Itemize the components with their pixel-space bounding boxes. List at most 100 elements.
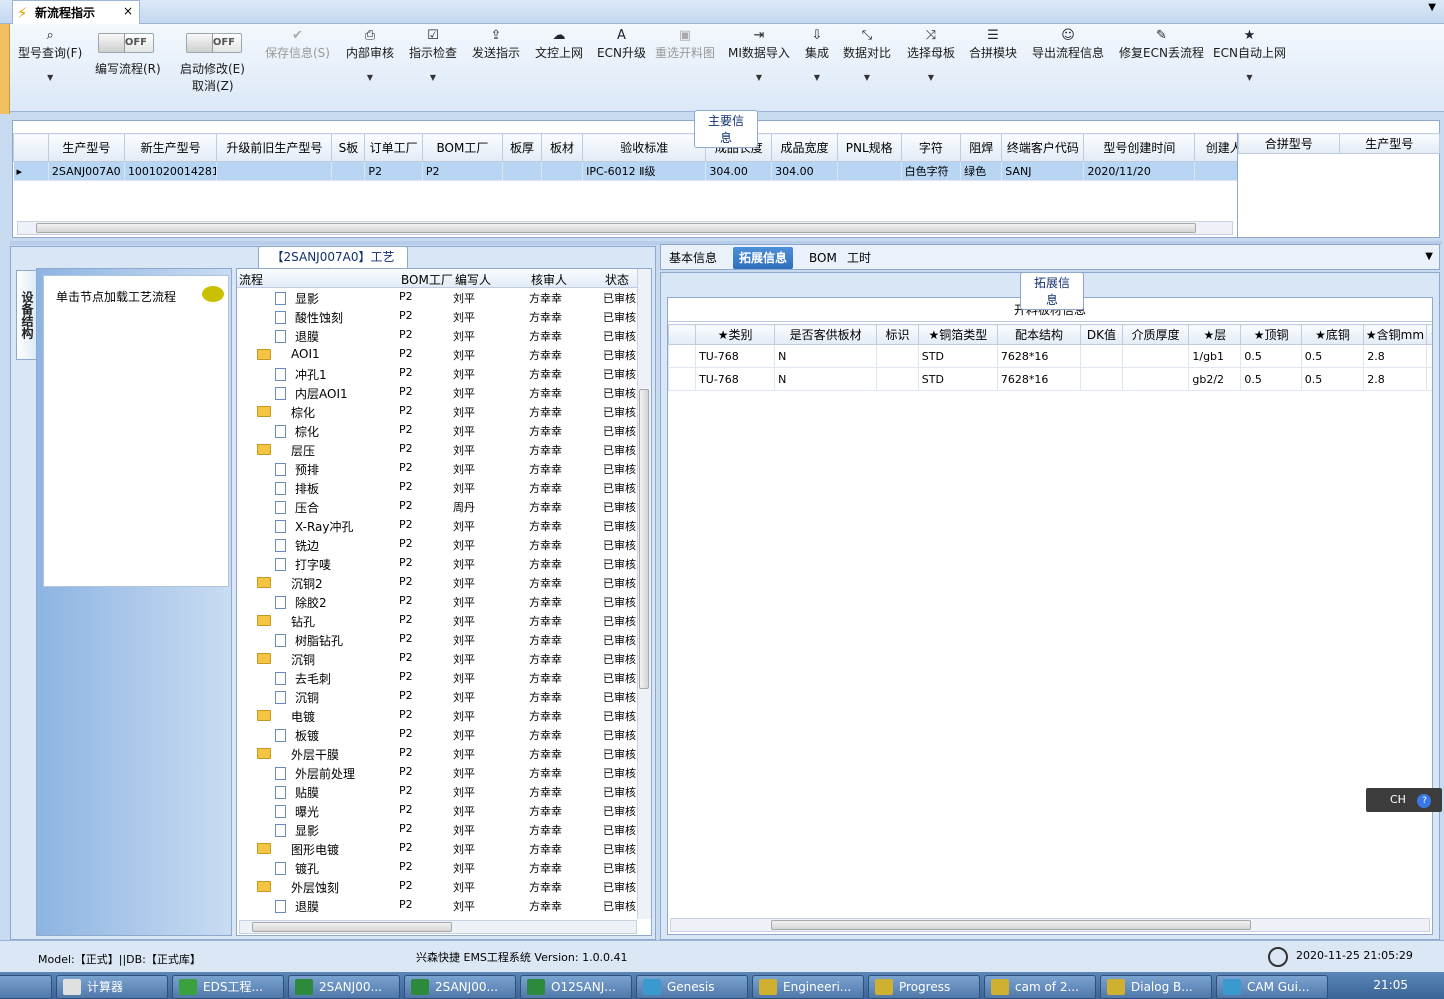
column-header[interactable]: ★铜箔类型 (917, 324, 998, 345)
tree-row[interactable]: 去毛刺 P2 刘平 方幸幸 已审核 (237, 668, 637, 687)
taskbar-item[interactable]: Genesis (636, 975, 748, 999)
merge-button[interactable]: ☰ 合拼模块 (969, 28, 1017, 61)
tree-row[interactable]: 贴膜 P2 刘平 方幸幸 已审核 (237, 782, 637, 801)
tree-row[interactable]: − 沉铜P2刘平方幸幸已审核 (237, 649, 637, 668)
tree-vscrollbar[interactable] (637, 269, 651, 919)
tree-row[interactable]: − AOI1P2刘平方幸幸已审核 (237, 345, 637, 364)
column-header[interactable]: 核审人 (531, 271, 567, 288)
taskbar-item[interactable]: CAM Gui... (1216, 975, 1328, 999)
tree-row[interactable]: 除胶2 P2 刘平 方幸幸 已审核 (237, 592, 637, 611)
tree-row[interactable]: 曝光 P2 刘平 方幸幸 已审核 (237, 801, 637, 820)
column-header[interactable]: 升级前旧生产型号 (216, 133, 333, 162)
tab-extended-info[interactable]: 拓展信息 (733, 247, 794, 269)
help-icon[interactable]: ? (1417, 794, 1432, 808)
column-header[interactable]: ★类别 (695, 324, 776, 345)
ecn-auto-button[interactable]: ★ ECN自动上网 ▼ (1213, 28, 1286, 82)
ecn-upgrade-button[interactable]: A ECN升级 (597, 28, 646, 61)
internal-review-button[interactable]: ⎙ 内部审核 ▼ (346, 28, 394, 82)
column-header[interactable]: 合拼型号 (1238, 133, 1340, 154)
table-row[interactable]: TU-768 N STD 7628*16 1/gb1 0.5 0.5 2.8 (668, 344, 1432, 368)
column-header[interactable]: 状态 (605, 271, 629, 288)
tree-row[interactable]: 板镀 P2 刘平 方幸幸 已审核 (237, 725, 637, 744)
column-header[interactable]: 标识 (876, 324, 919, 345)
tree-row[interactable]: − 钻孔P2刘平方幸幸已审核 (237, 611, 637, 630)
taskbar-item[interactable]: cam of 2... (984, 975, 1096, 999)
column-header[interactable]: ★含铜mm (1363, 324, 1427, 345)
column-header[interactable]: BOM工厂 (401, 271, 453, 288)
tree-row[interactable]: − 层压P2刘平方幸幸已审核 (237, 440, 637, 459)
taskbar-item[interactable]: 2SANJ00... (404, 975, 516, 999)
column-header[interactable]: ★顶铜 (1240, 324, 1302, 345)
tab-hours[interactable]: 工时 (841, 247, 877, 269)
select-master-button[interactable]: ⤨ 选择母板 ▼ (907, 28, 955, 82)
column-header[interactable]: ★层 (1188, 324, 1242, 345)
taskbar-item[interactable]: Dialog B... (1100, 975, 1212, 999)
integrate-button[interactable]: ⇩ 集成 ▼ (805, 28, 829, 82)
chevron-down-icon[interactable]: ▼ (1428, 2, 1436, 13)
tree-row[interactable]: − 电镀P2刘平方幸幸已审核 (237, 706, 637, 725)
tab-basic-info[interactable]: 基本信息 (663, 247, 723, 269)
ime-widget[interactable]: CH ? (1366, 788, 1442, 812)
tree-row[interactable]: 内层AOI1 P2 刘平 方幸幸 已审核 (237, 383, 637, 402)
start-edit-toggle[interactable]: OFF (186, 33, 242, 53)
main-hscrollbar[interactable] (17, 221, 1233, 235)
tree-row[interactable]: − 棕化P2刘平方幸幸已审核 (237, 402, 637, 421)
column-header[interactable]: 验收标准 (582, 133, 707, 162)
tree-row[interactable]: − 外层蚀刻P2刘平方幸幸已审核 (237, 877, 637, 896)
taskbar-item[interactable]: O12SANJ... (520, 975, 632, 999)
tree-hscrollbar[interactable] (239, 920, 637, 934)
tree-row[interactable]: 树脂钻孔 P2 刘平 方幸幸 已审核 (237, 630, 637, 649)
tab-equipment-structure[interactable]: 设备结构 (16, 270, 38, 360)
column-header[interactable]: 生产型号 (1338, 133, 1440, 154)
edit-flow-toggle[interactable]: OFF (98, 33, 154, 53)
close-icon[interactable]: × (123, 4, 133, 18)
tree-row[interactable]: 棕化 P2 刘平 方幸幸 已审核 (237, 421, 637, 440)
taskbar-item[interactable]: EDS工程... (172, 975, 284, 999)
tree-row[interactable]: 排板 P2 刘平 方幸幸 已审核 (237, 478, 637, 497)
column-header[interactable]: 板厚 (501, 133, 543, 162)
tree-row[interactable]: 打字唛 P2 刘平 方幸幸 已审核 (237, 554, 637, 573)
reselect-button[interactable]: ▣ 重选开料图 (655, 28, 715, 61)
tree-row[interactable]: 铣边 P2 刘平 方幸幸 已审核 (237, 535, 637, 554)
tree-row[interactable]: X-Ray冲孔 P2 刘平 方幸幸 已审核 (237, 516, 637, 535)
tree-row[interactable]: 冲孔1 P2 刘平 方幸幸 已审核 (237, 364, 637, 383)
column-header[interactable]: 字符 (900, 133, 962, 162)
export-button[interactable]: ☺ 导出流程信息 (1032, 28, 1104, 61)
taskbar-item[interactable]: 快捷 (0, 975, 52, 999)
query-button[interactable]: ⌕ 型号查询(F) ▼ (18, 28, 82, 82)
send-button[interactable]: ⇪ 发送指示 (472, 28, 520, 61)
tree-row[interactable]: − 图形电镀P2刘平方幸幸已审核 (237, 839, 637, 858)
column-header[interactable]: 订单工厂 (364, 133, 423, 162)
column-header[interactable]: 介质厚度 (1121, 324, 1190, 345)
compare-button[interactable]: ⤡ 数据对比 ▼ (843, 28, 891, 82)
column-header[interactable]: 新生产型号 (123, 133, 218, 162)
tree-row[interactable]: 显影 P2 刘平 方幸幸 已审核 (237, 288, 637, 307)
upload-button[interactable]: ☁ 文控上网 (535, 28, 583, 61)
detail-hscrollbar[interactable] (670, 918, 1430, 932)
column-header[interactable]: 创建人 (1194, 133, 1237, 162)
tree-row[interactable]: 镀孔 P2 刘平 方幸幸 已审核 (237, 858, 637, 877)
column-header[interactable]: 板材 (541, 133, 584, 162)
check-button[interactable]: ☑ 指示检查 ▼ (409, 28, 457, 82)
tree-row[interactable]: 退膜 P2 刘平 方幸幸 已审核 (237, 896, 637, 915)
column-header[interactable]: 生产型号 (47, 133, 125, 162)
tree-row[interactable]: 外层前处理 P2 刘平 方幸幸 已审核 (237, 763, 637, 782)
tree-row[interactable]: 酸性蚀刻 P2 刘平 方幸幸 已审核 (237, 307, 637, 326)
column-header[interactable]: S板 (331, 133, 366, 162)
taskbar-item[interactable]: Progress (868, 975, 980, 999)
column-header[interactable]: ★板 (1425, 324, 1432, 345)
tree-row[interactable]: 沉铜 P2 刘平 方幸幸 已审核 (237, 687, 637, 706)
column-header[interactable]: DK值 (1080, 324, 1123, 345)
column-header[interactable]: 成品宽度 (771, 133, 838, 162)
tree-row[interactable]: 预排 P2 刘平 方幸幸 已审核 (237, 459, 637, 478)
taskbar-item[interactable]: 计算器 (56, 975, 168, 999)
tree-row[interactable]: − 沉铜2P2刘平方幸幸已审核 (237, 573, 637, 592)
column-header[interactable]: PNL规格 (836, 133, 902, 162)
column-header[interactable]: 型号创建时间 (1083, 133, 1196, 162)
column-header[interactable]: 终端客户代码 (1001, 133, 1085, 162)
table-row[interactable]: TU-768 N STD 7628*16 gb2/2 0.5 0.5 2.8 (668, 367, 1432, 391)
tree-row[interactable]: 显影 P2 刘平 方幸幸 已审核 (237, 820, 637, 839)
tree-row[interactable]: 退膜 P2 刘平 方幸幸 已审核 (237, 326, 637, 345)
table-row[interactable]: ▸ 2SANJ007A0 10010200142817 P2 P2 IPC-6012 Ⅱ级… (13, 161, 1237, 181)
tab-new-flow[interactable]: ⚡ 新流程指示 × (12, 0, 140, 24)
